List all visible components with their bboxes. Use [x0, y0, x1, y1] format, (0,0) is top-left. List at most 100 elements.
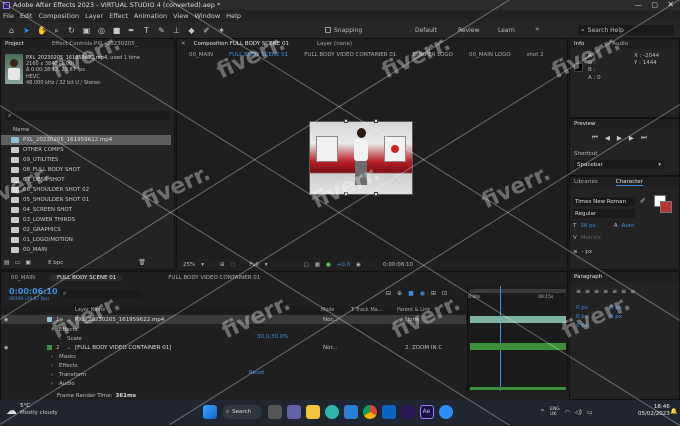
chevron-right-icon[interactable]: › — [59, 336, 61, 342]
scale-value[interactable]: 30.0,30.0% — [257, 334, 288, 340]
close-icon[interactable]: ✕ — [181, 41, 186, 47]
comp-footer-timecode[interactable]: 0:00:06:10 — [383, 262, 413, 268]
justify-center-icon[interactable]: ≡ — [612, 288, 617, 295]
pen-tool-icon[interactable]: ✒ — [127, 26, 136, 35]
layer-mode-dropdown[interactable]: Nor... — [323, 345, 337, 351]
comp-subtab[interactable]: FULL BODY VIDEO CONTAINER 01 — [304, 52, 396, 58]
home-icon[interactable]: ⌂ — [7, 26, 16, 35]
color-channels-icon[interactable]: ● — [326, 262, 331, 268]
layer-name[interactable]: PXL_20230205_161959622.mp4 — [75, 317, 164, 323]
indent-right-value[interactable]: 0 px — [610, 304, 622, 313]
tab-layer[interactable]: Layer (none) — [317, 41, 352, 47]
maximize-button[interactable]: ▢ — [651, 1, 658, 9]
layer-name[interactable]: Masks — [59, 354, 76, 360]
transparency-icon[interactable]: ▦ — [315, 262, 320, 268]
shy-icon[interactable]: ⊕ — [397, 290, 402, 297]
type-tool-icon[interactable]: T — [142, 26, 151, 35]
exposure-value[interactable]: +0.0 — [337, 262, 350, 268]
kerning-value[interactable]: Metrics — [581, 235, 601, 241]
new-comp-icon[interactable]: ▣ — [25, 259, 31, 266]
zoom-dropdown[interactable]: 25% — [183, 262, 195, 268]
graph-editor-icon[interactable]: ⊞ — [431, 290, 436, 297]
first-line-indent-value[interactable]: 0 px — [576, 323, 588, 329]
roto-brush-tool-icon[interactable]: ✐ — [202, 26, 211, 35]
tab-libraries[interactable]: Libraries — [574, 179, 598, 185]
roi-icon[interactable]: ▢ — [304, 262, 309, 268]
layer-name[interactable]: Scale — [67, 336, 82, 342]
eyedropper-icon[interactable]: ✐ — [640, 197, 646, 205]
project-folder-item[interactable]: 04_SCREEN SHOT — [1, 205, 171, 215]
selection-tool-icon[interactable]: ➤ — [22, 26, 31, 35]
col-layer-name[interactable]: Layer Name — [75, 307, 105, 313]
comp-subtab[interactable]: 00_MAIN LOGO — [469, 52, 511, 58]
first-frame-icon[interactable]: ⏮ — [592, 133, 598, 142]
chevron-right-icon[interactable]: ⌄ — [67, 345, 71, 351]
layer-handle[interactable] — [344, 192, 348, 196]
layer-handle[interactable] — [374, 192, 378, 196]
tab-preview[interactable]: Preview — [574, 121, 595, 127]
tab-audio[interactable]: Audio — [612, 41, 628, 47]
notifications-icon[interactable]: 🔔 — [670, 408, 677, 415]
chevron-right-icon[interactable]: ⌄ — [67, 317, 71, 323]
tab-00-main[interactable]: 00_MAIN — [5, 275, 41, 281]
comp-flowchart-icon[interactable]: ⊡ — [442, 290, 447, 297]
menu-item-composition[interactable]: Composition — [35, 12, 82, 20]
pan-behind-tool-icon[interactable]: ◎ — [97, 26, 106, 35]
snapping-checkbox[interactable] — [325, 27, 331, 33]
mask-icon[interactable]: ◌ — [231, 262, 236, 268]
last-frame-icon[interactable]: ⏭ — [641, 133, 647, 142]
layer-name[interactable]: Effects — [59, 363, 78, 369]
store-icon[interactable] — [343, 405, 358, 419]
menu-item-file[interactable]: File — [0, 12, 17, 20]
layer-parent-dropdown[interactable]: 2. ZOOM IN C — [405, 345, 442, 351]
layer-name[interactable]: Effects — [59, 327, 78, 333]
tab-paragraph[interactable]: Paragraph — [574, 274, 602, 280]
composition-viewer[interactable] — [309, 119, 413, 196]
project-folder-item[interactable]: 01_LOGO/MOTION — [1, 235, 171, 245]
stroke-width-value[interactable]: - px — [582, 249, 592, 255]
file-explorer-icon[interactable] — [305, 405, 320, 419]
align-right-icon[interactable]: ≡ — [594, 288, 599, 295]
after-effects-icon[interactable]: Ae — [419, 405, 434, 419]
grid-icon[interactable]: ⊞ — [220, 262, 225, 268]
language-indicator[interactable]: ENG UK — [550, 407, 560, 417]
outlook-icon[interactable] — [381, 405, 396, 419]
layer-1-duration-bar[interactable] — [470, 316, 566, 323]
tab-project[interactable]: Project — [5, 41, 24, 47]
project-folder-item[interactable]: 03_LOWER THIRDS — [1, 215, 171, 225]
workspace-learn[interactable]: Learn — [498, 27, 515, 34]
indent-left-value[interactable]: 0 px — [576, 304, 588, 313]
workspace-overflow-button[interactable]: » — [535, 25, 539, 33]
bpc-label[interactable]: 8 bpc — [48, 260, 63, 266]
chevron-right-icon[interactable]: › — [51, 372, 53, 378]
space-after-value[interactable]: 0 px — [610, 313, 622, 322]
edge-icon[interactable] — [324, 405, 339, 419]
timeline-property-row[interactable]: › Effects — [1, 325, 466, 334]
clone-stamp-tool-icon[interactable]: ⊥ — [172, 26, 181, 35]
timeline-property-row[interactable]: › Transform — [1, 370, 466, 379]
tab-character[interactable]: Character — [615, 179, 643, 186]
layer-handle[interactable] — [344, 119, 348, 123]
rotate-tool-icon[interactable]: ↻ — [67, 26, 76, 35]
project-column-name[interactable]: Name — [13, 127, 29, 133]
chevron-right-icon[interactable]: › — [51, 363, 53, 369]
chevron-right-icon[interactable]: › — [51, 354, 53, 360]
tab-info[interactable]: Info — [574, 41, 584, 47]
menu-item-layer[interactable]: Layer — [82, 12, 106, 20]
minimize-button[interactable]: — — [635, 1, 642, 9]
timeline-layer-row[interactable]: ◉ 1 ⌄ PXL_20230205_161959622.mp4 Nor... None — [1, 315, 466, 324]
timeline-property-row[interactable]: › Effects — [1, 361, 466, 370]
layer-2-lower-bar[interactable] — [470, 387, 566, 390]
work-area-bar[interactable] — [470, 289, 566, 293]
zoom-app-icon[interactable] — [438, 405, 453, 419]
justify-left-icon[interactable]: ≡ — [603, 288, 608, 295]
chevron-right-icon[interactable]: › — [51, 381, 53, 387]
layer-label-color[interactable] — [47, 317, 52, 322]
draft-3d-icon[interactable]: ⊟ — [386, 290, 391, 297]
chevron-up-icon[interactable]: ^ — [540, 409, 545, 416]
layer-parent-dropdown[interactable]: None — [405, 317, 419, 323]
visibility-eye-icon[interactable]: ◉ — [4, 317, 8, 323]
col-parent[interactable]: Parent & Link — [397, 307, 430, 313]
menu-item-animation[interactable]: Animation — [131, 12, 170, 20]
camera-tool-icon[interactable]: ▣ — [82, 26, 91, 35]
